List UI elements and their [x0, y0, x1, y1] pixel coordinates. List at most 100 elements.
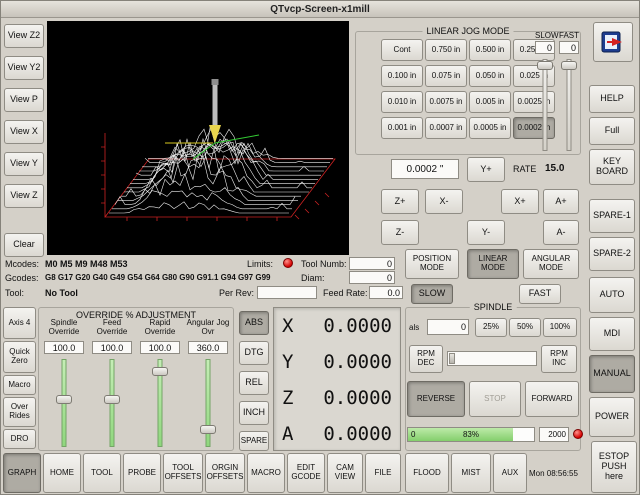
exit-button[interactable]: [593, 22, 633, 62]
jog-increment-button[interactable]: 0.100 in: [381, 65, 423, 87]
graph-tab-button[interactable]: GRAPH: [3, 453, 41, 493]
full-screen-button[interactable]: Full: [589, 117, 635, 145]
spindle-rpm-slider-handle[interactable]: [449, 353, 455, 364]
feed-override-handle[interactable]: [104, 395, 120, 404]
view-z2-button[interactable]: View Z2: [4, 24, 44, 48]
angular-jog-override-slider[interactable]: [199, 359, 217, 447]
tab-axis-select[interactable]: Axis 4: [3, 307, 36, 339]
jog-z-plus-button[interactable]: Z+: [381, 189, 419, 214]
tab-macro[interactable]: Macro: [3, 375, 36, 395]
titlebar: QTvcp-Screen-x1mill: [1, 1, 639, 18]
angular-mode-button[interactable]: ANGULAR MODE: [523, 249, 579, 279]
clear-view-button[interactable]: Clear: [4, 233, 44, 257]
view-y2-button[interactable]: View Y2: [4, 56, 44, 80]
limits-label: Limits:: [247, 259, 273, 269]
estop-button[interactable]: ESTOP PUSH here: [591, 441, 637, 493]
manual-mode-button[interactable]: MANUAL: [589, 355, 635, 393]
dtg-button[interactable]: DTG: [239, 341, 269, 365]
mcodes-value: M0 M5 M9 M48 M53: [45, 259, 128, 269]
spindle-100-percent-button[interactable]: 100%: [543, 318, 577, 337]
slow-speed-button[interactable]: SLOW: [411, 284, 453, 304]
spindle-override-slider[interactable]: [55, 359, 73, 447]
spindle-speed-field[interactable]: 0: [427, 319, 469, 335]
spare-2-button[interactable]: SPARE-2: [589, 237, 635, 271]
rapid-override-slider[interactable]: [151, 359, 169, 447]
fast-jog-slider[interactable]: [559, 59, 579, 151]
spindle-override-handle[interactable]: [56, 395, 72, 404]
position-mode-button[interactable]: POSITION MODE: [405, 249, 459, 279]
tab-over-rides[interactable]: Over Rides: [3, 397, 36, 427]
view-z-button[interactable]: View Z: [4, 184, 44, 208]
jog-increment-button[interactable]: 0.500 in: [469, 39, 511, 61]
cam-view-tab-button[interactable]: CAM VIEW: [327, 453, 363, 493]
jog-y-minus-button[interactable]: Y-: [467, 220, 505, 245]
inch-button[interactable]: INCH: [239, 401, 269, 425]
jog-a-minus-button[interactable]: A-: [543, 220, 579, 245]
dro-y-axis-letter: Y: [282, 351, 293, 373]
jog-increment-button[interactable]: 0.0007 in: [425, 117, 467, 139]
linear-mode-button[interactable]: LINEAR MODE: [467, 249, 519, 279]
tool-offsets-tab-button[interactable]: TOOL OFFSETS: [163, 453, 203, 493]
probe-tab-button[interactable]: PROBE: [123, 453, 161, 493]
keyboard-button[interactable]: KEY BOARD: [589, 149, 635, 185]
power-button[interactable]: POWER: [589, 397, 635, 437]
aux-button[interactable]: AUX: [493, 453, 527, 493]
origin-offsets-tab-button[interactable]: ORGIN OFFSETS: [205, 453, 245, 493]
edit-gcode-tab-button[interactable]: EDIT GCODE: [287, 453, 325, 493]
home-tab-button[interactable]: HOME: [43, 453, 81, 493]
spindle-stop-button[interactable]: STOP: [469, 381, 521, 417]
flood-button[interactable]: FLOOD: [405, 453, 449, 493]
spare-1-button[interactable]: SPARE-1: [589, 199, 635, 233]
tool-tab-button[interactable]: TOOL: [83, 453, 121, 493]
backplot-canvas[interactable]: [47, 21, 349, 255]
jog-y-plus-button[interactable]: Y+: [467, 157, 505, 182]
per-rev-field[interactable]: [257, 286, 317, 299]
spindle-forward-button[interactable]: FORWARD: [525, 381, 579, 417]
dro-a-axis-value: 0.0000: [323, 423, 392, 445]
jog-increment-button[interactable]: 0.0005 in: [469, 117, 511, 139]
jog-increment-button[interactable]: 0.010 in: [381, 91, 423, 113]
view-p-button[interactable]: View P: [4, 88, 44, 112]
tab-quick-zero[interactable]: Quick Zero: [3, 341, 36, 373]
jog-increment-button[interactable]: 0.001 in: [381, 117, 423, 139]
tab-dro[interactable]: DRO: [3, 429, 36, 449]
rpm-dec-button[interactable]: RPM DEC: [409, 345, 443, 373]
slow-jog-slider-handle[interactable]: [537, 61, 553, 70]
spare-dro-button[interactable]: SPARE: [239, 431, 269, 451]
spindle-override-value: 100.0: [44, 341, 84, 354]
jog-z-minus-button[interactable]: Z-: [381, 220, 419, 245]
mist-button[interactable]: MIST: [451, 453, 491, 493]
jog-x-plus-button[interactable]: X+: [501, 189, 539, 214]
spindle-reverse-button[interactable]: REVERSE: [407, 381, 465, 417]
rapid-override-value: 100.0: [140, 341, 180, 354]
rpm-inc-button[interactable]: RPM INC: [541, 345, 577, 373]
jog-increment-button[interactable]: 0.050 in: [469, 65, 511, 87]
view-y-button[interactable]: View Y: [4, 152, 44, 176]
auto-mode-button[interactable]: AUTO: [589, 277, 635, 313]
dro-z-axis-letter: Z: [282, 387, 293, 409]
file-tab-button[interactable]: FILE: [365, 453, 401, 493]
spindle-25-percent-button[interactable]: 25%: [475, 318, 507, 337]
jog-increment-button[interactable]: 0.005 in: [469, 91, 511, 113]
rel-button[interactable]: REL: [239, 371, 269, 395]
jog-a-plus-button[interactable]: A+: [543, 189, 579, 214]
feed-override-slider[interactable]: [103, 359, 121, 447]
fast-jog-slider-handle[interactable]: [561, 61, 577, 70]
rapid-override-handle[interactable]: [152, 367, 168, 376]
help-button[interactable]: HELP: [589, 85, 635, 113]
macro-tab-button[interactable]: MACRO: [247, 453, 285, 493]
view-x-button[interactable]: View X: [4, 120, 44, 144]
fast-speed-button[interactable]: FAST: [519, 284, 561, 304]
spindle-rpm-slider[interactable]: [447, 351, 537, 366]
angular-jog-override-handle[interactable]: [200, 425, 216, 434]
jog-increment-button[interactable]: Cont: [381, 39, 423, 61]
jog-increment-button[interactable]: 0.0075 in: [425, 91, 467, 113]
jog-x-minus-button[interactable]: X-: [425, 189, 463, 214]
spindle-load-bar: 0 83%: [407, 427, 535, 442]
mdi-mode-button[interactable]: MDI: [589, 317, 635, 351]
slow-jog-slider[interactable]: [535, 59, 555, 151]
jog-increment-button[interactable]: 0.750 in: [425, 39, 467, 61]
abs-button[interactable]: ABS: [239, 311, 269, 335]
spindle-50-percent-button[interactable]: 50%: [509, 318, 541, 337]
jog-increment-button[interactable]: 0.075 in: [425, 65, 467, 87]
